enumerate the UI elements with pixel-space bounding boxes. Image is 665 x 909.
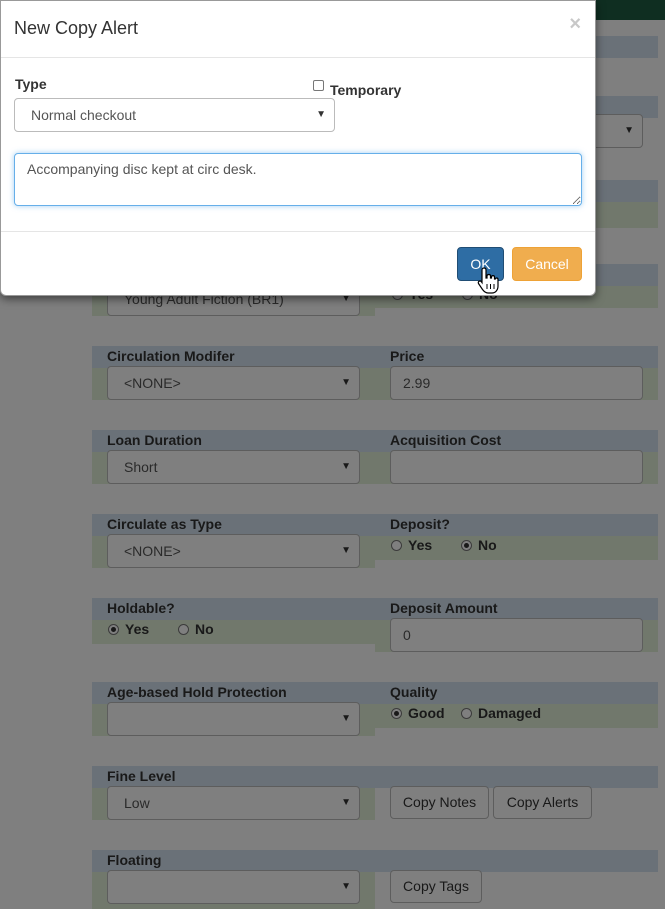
alert-note-textarea[interactable]: Accompanying disc kept at circ desk. xyxy=(14,153,582,206)
alert-type-select[interactable]: Normal checkout ▼ xyxy=(14,98,335,132)
dialog-title: New Copy Alert xyxy=(14,18,139,38)
new-copy-alert-dialog: New Copy Alert × Type Temporary Normal c… xyxy=(0,0,596,296)
temporary-checkbox[interactable] xyxy=(313,79,324,91)
dialog-footer-divider xyxy=(1,231,595,232)
hand-pointer-cursor-icon xyxy=(477,267,499,294)
temporary-checkbox-group[interactable]: Temporary xyxy=(313,76,401,98)
type-label: Type xyxy=(15,76,47,92)
alert-type-value: Normal checkout xyxy=(31,107,137,123)
close-icon[interactable]: × xyxy=(569,13,581,36)
temporary-label: Temporary xyxy=(330,82,402,98)
dialog-header: New Copy Alert × xyxy=(1,1,595,58)
chevron-down-icon: ▼ xyxy=(316,109,326,120)
cancel-button[interactable]: Cancel xyxy=(512,247,582,281)
